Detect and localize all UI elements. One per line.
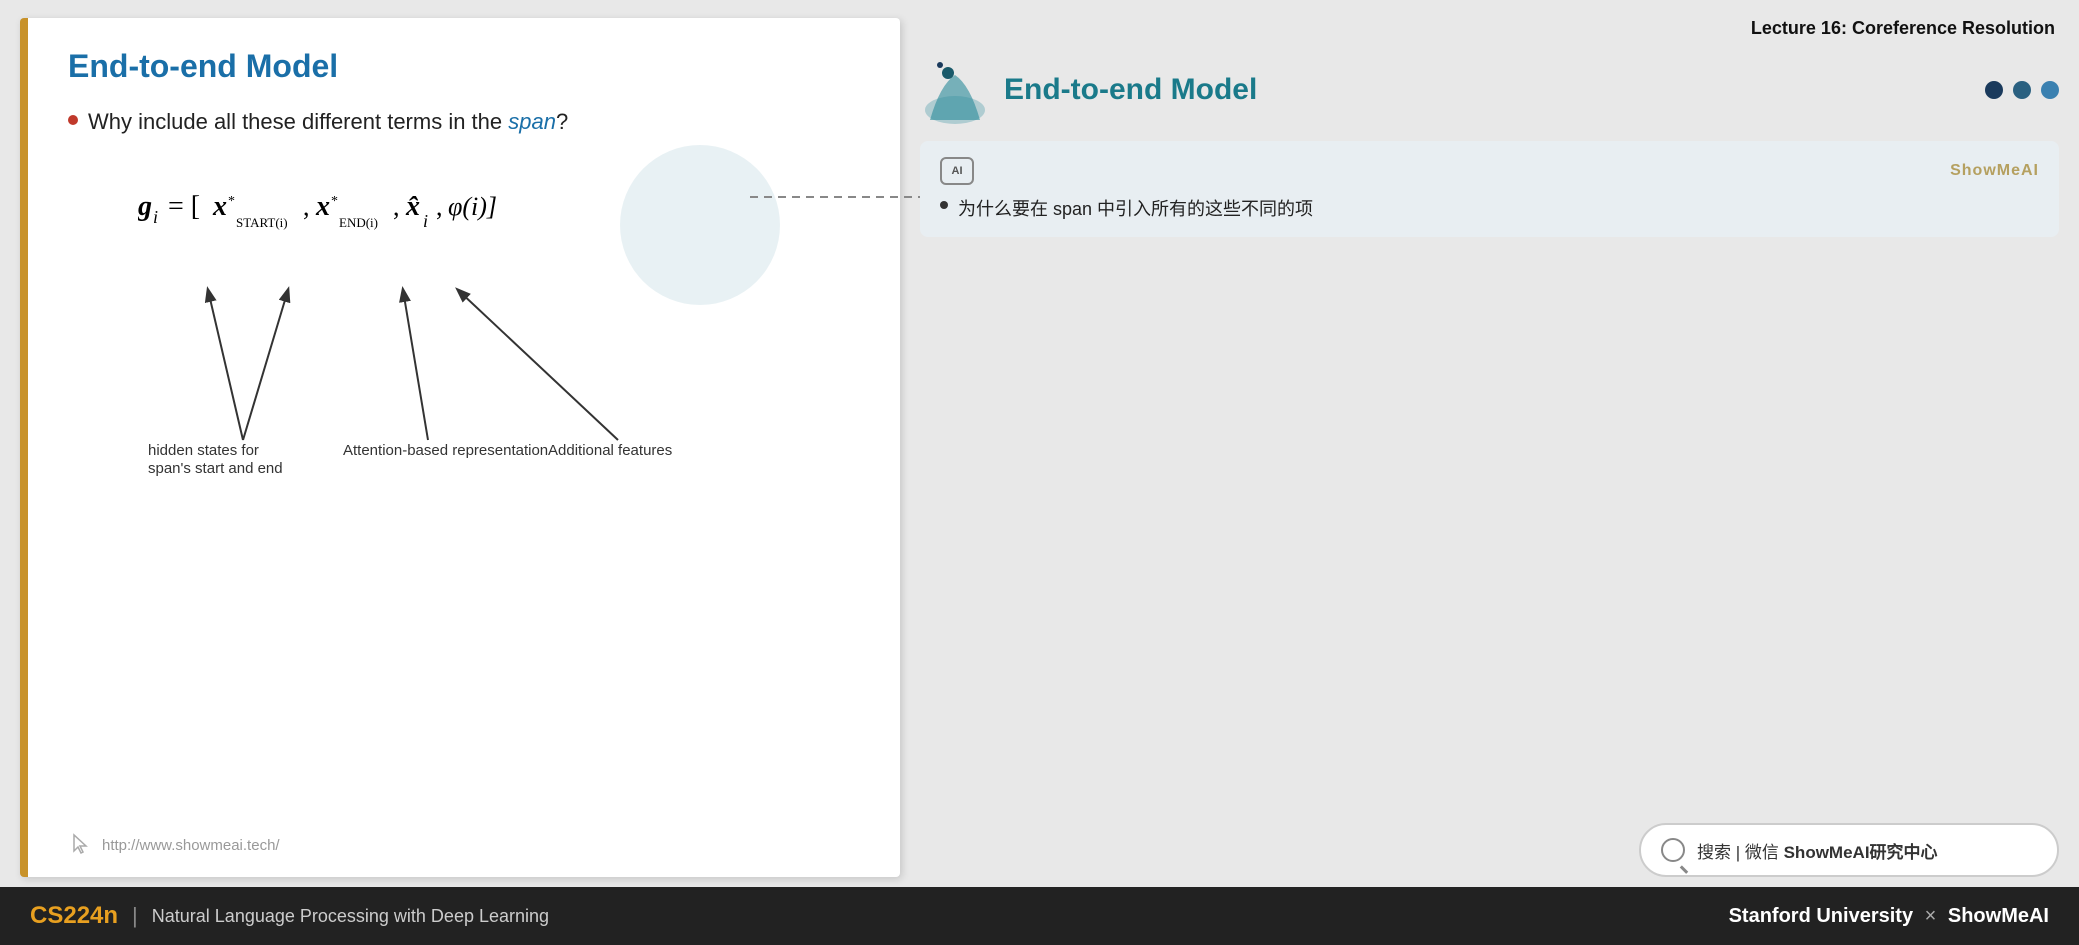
bottom-bar: CS224n | Natural Language Processing wit… xyxy=(0,887,2079,945)
svg-text:x̂: x̂ xyxy=(405,191,420,222)
svg-text:hidden states for: hidden states for xyxy=(148,442,259,459)
bullet-text: Why include all these different terms in… xyxy=(88,109,568,135)
card-header: AI ShowMeAI xyxy=(940,157,2039,185)
svg-text:,: , xyxy=(393,192,400,221)
main-content: End-to-end Model Why include all these d… xyxy=(0,0,2079,887)
slide-bullet: Why include all these different terms in… xyxy=(68,109,860,135)
translation-card: AI ShowMeAI 为什么要在 span 中引入所有的这些不同的项 xyxy=(920,141,2059,237)
svg-text:g: g xyxy=(138,191,152,222)
slide-panel: End-to-end Model Why include all these d… xyxy=(20,18,900,877)
showmeai-label: ShowMeAI xyxy=(1950,162,2039,180)
dot-2 xyxy=(2013,81,2031,99)
search-icon xyxy=(1661,838,1685,862)
bottom-right: Stanford University × ShowMeAI xyxy=(1729,905,2049,928)
dot-indicators xyxy=(1985,81,2059,99)
ai-icon-label: AI xyxy=(952,165,963,177)
svg-text:x: x xyxy=(315,191,330,222)
slide-title: End-to-end Model xyxy=(68,48,860,85)
search-text: 搜索 | 微信 ShowMeAI研究中心 xyxy=(1697,838,1938,863)
model-title-box: End-to-end Model xyxy=(920,55,2059,125)
cursor-icon xyxy=(68,833,92,857)
bottom-separator: | xyxy=(132,903,138,929)
svg-text:φ(i)]: φ(i)] xyxy=(448,192,497,221)
right-model-title: End-to-end Model xyxy=(1004,73,1257,107)
formula-container: g i = [ x * START(i) , x * END(i) , x̂ i xyxy=(88,165,860,505)
bottom-description: Natural Language Processing with Deep Le… xyxy=(152,906,549,927)
footer-url[interactable]: http://www.showmeai.tech/ xyxy=(102,837,280,854)
model-icon-svg xyxy=(920,55,990,125)
svg-text:,: , xyxy=(303,192,310,221)
ai-icon-box: AI xyxy=(940,157,974,185)
slide-footer: http://www.showmeai.tech/ xyxy=(68,833,860,857)
dot-1 xyxy=(1985,81,2003,99)
translation-bullet-dot xyxy=(940,201,948,209)
svg-text:Additional features: Additional features xyxy=(548,442,672,459)
svg-text:,: , xyxy=(436,192,443,221)
svg-text:= [: = [ xyxy=(168,191,200,222)
x-separator: × xyxy=(1925,905,1937,927)
right-spacer xyxy=(920,253,2059,807)
stanford-text: Stanford University xyxy=(1729,905,1913,927)
bottom-course: CS224n xyxy=(30,902,118,930)
svg-text:*: * xyxy=(331,194,338,209)
svg-text:span's start and end: span's start and end xyxy=(148,460,283,477)
span-highlight: span xyxy=(508,109,556,134)
svg-text:Attention-based representation: Attention-based representation xyxy=(343,442,548,459)
svg-text:x: x xyxy=(212,191,227,222)
search-bar[interactable]: 搜索 | 微信 ShowMeAI研究中心 xyxy=(1639,823,2059,877)
translation-bullet: 为什么要在 span 中引入所有的这些不同的项 xyxy=(940,195,2039,221)
showmeai-text: ShowMeAI xyxy=(1948,905,2049,927)
svg-text:*: * xyxy=(228,194,235,209)
dot-3 xyxy=(2041,81,2059,99)
right-panel: Lecture 16: Coreference Resolution End-t… xyxy=(920,18,2059,877)
bullet-dot xyxy=(68,115,78,125)
arrows-svg: hidden states for span's start and end A… xyxy=(88,220,848,480)
translation-text: 为什么要在 span 中引入所有的这些不同的项 xyxy=(958,195,1313,221)
lecture-title: Lecture 16: Coreference Resolution xyxy=(920,18,2059,39)
